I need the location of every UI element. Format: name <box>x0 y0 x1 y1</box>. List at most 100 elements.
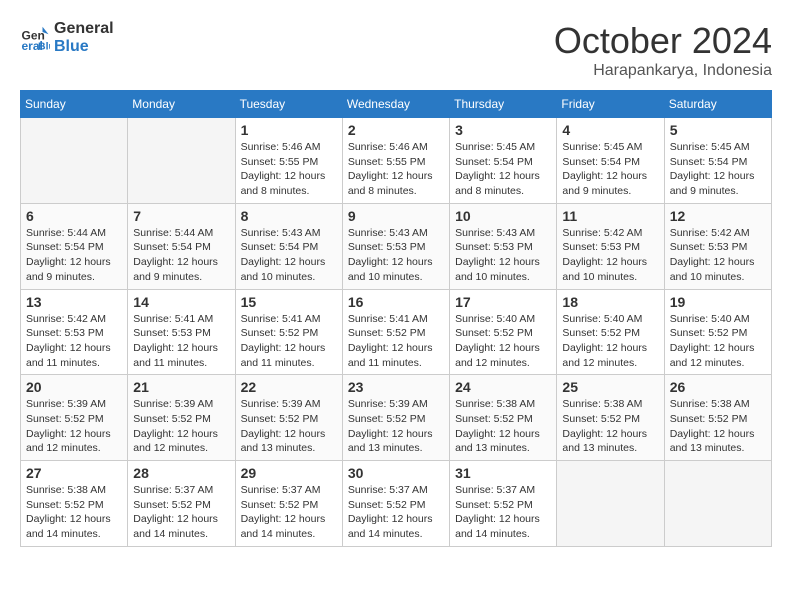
calendar-cell: 9 Sunrise: 5:43 AMSunset: 5:53 PMDaylight… <box>342 203 449 289</box>
calendar-cell: 24 Sunrise: 5:38 AMSunset: 5:52 PMDayligh… <box>450 375 557 461</box>
day-info: Sunrise: 5:38 AMSunset: 5:52 PMDaylight:… <box>670 397 766 456</box>
title-section: October 2024 Harapankarya, Indonesia <box>554 20 772 80</box>
logo-line1: General <box>54 20 114 38</box>
weekday-header-friday: Friday <box>557 91 664 118</box>
day-info: Sunrise: 5:39 AMSunset: 5:52 PMDaylight:… <box>348 397 444 456</box>
day-number: 6 <box>26 208 122 224</box>
day-number: 28 <box>133 465 229 481</box>
day-number: 25 <box>562 379 658 395</box>
weekday-header-thursday: Thursday <box>450 91 557 118</box>
calendar: SundayMondayTuesdayWednesdayThursdayFrid… <box>20 90 772 547</box>
calendar-cell <box>21 118 128 204</box>
day-info: Sunrise: 5:44 AMSunset: 5:54 PMDaylight:… <box>133 226 229 285</box>
month-title: October 2024 <box>554 20 772 62</box>
calendar-cell: 2Sunrise: 5:46 AMSunset: 5:55 PMDaylight… <box>342 118 449 204</box>
day-info: Sunrise: 5:42 AMSunset: 5:53 PMDaylight:… <box>562 226 658 285</box>
day-info: Sunrise: 5:39 AMSunset: 5:52 PMDaylight:… <box>26 397 122 456</box>
day-number: 4 <box>562 122 658 138</box>
day-info: Sunrise: 5:38 AMSunset: 5:52 PMDaylight:… <box>26 483 122 542</box>
logo: Gen eral Blue General Blue <box>20 20 114 55</box>
day-info: Sunrise: 5:37 AMSunset: 5:52 PMDaylight:… <box>348 483 444 542</box>
day-info: Sunrise: 5:46 AMSunset: 5:55 PMDaylight:… <box>348 140 444 199</box>
weekday-header-saturday: Saturday <box>664 91 771 118</box>
weekday-header-tuesday: Tuesday <box>235 91 342 118</box>
day-info: Sunrise: 5:44 AMSunset: 5:54 PMDaylight:… <box>26 226 122 285</box>
day-info: Sunrise: 5:45 AMSunset: 5:54 PMDaylight:… <box>670 140 766 199</box>
calendar-cell <box>557 461 664 547</box>
day-info: Sunrise: 5:39 AMSunset: 5:52 PMDaylight:… <box>133 397 229 456</box>
day-info: Sunrise: 5:37 AMSunset: 5:52 PMDaylight:… <box>241 483 337 542</box>
calendar-cell: 1 Sunrise: 5:46 AMSunset: 5:55 PMDaylight… <box>235 118 342 204</box>
calendar-cell: 31 Sunrise: 5:37 AMSunset: 5:52 PMDayligh… <box>450 461 557 547</box>
calendar-cell: 7Sunrise: 5:44 AMSunset: 5:54 PMDaylight… <box>128 203 235 289</box>
day-info: Sunrise: 5:37 AMSunset: 5:52 PMDaylight:… <box>133 483 229 542</box>
day-info: Sunrise: 5:41 AMSunset: 5:52 PMDaylight:… <box>241 312 337 371</box>
calendar-cell: 4 Sunrise: 5:45 AMSunset: 5:54 PMDaylight… <box>557 118 664 204</box>
week-row-3: 13Sunrise: 5:42 AMSunset: 5:53 PMDayligh… <box>21 289 772 375</box>
calendar-cell: 26 Sunrise: 5:38 AMSunset: 5:52 PMDayligh… <box>664 375 771 461</box>
calendar-cell: 19Sunrise: 5:40 AMSunset: 5:52 PMDayligh… <box>664 289 771 375</box>
day-info: Sunrise: 5:46 AMSunset: 5:55 PMDaylight:… <box>241 140 337 199</box>
calendar-cell: 15 Sunrise: 5:41 AMSunset: 5:52 PMDayligh… <box>235 289 342 375</box>
day-number: 14 <box>133 294 229 310</box>
day-number: 27 <box>26 465 122 481</box>
day-info: Sunrise: 5:43 AMSunset: 5:53 PMDaylight:… <box>348 226 444 285</box>
day-info: Sunrise: 5:43 AMSunset: 5:53 PMDaylight:… <box>455 226 551 285</box>
calendar-cell: 27 Sunrise: 5:38 AMSunset: 5:52 PMDayligh… <box>21 461 128 547</box>
day-info: Sunrise: 5:39 AMSunset: 5:52 PMDaylight:… <box>241 397 337 456</box>
week-row-4: 20 Sunrise: 5:39 AMSunset: 5:52 PMDayligh… <box>21 375 772 461</box>
day-number: 17 <box>455 294 551 310</box>
weekday-header-monday: Monday <box>128 91 235 118</box>
day-number: 21 <box>133 379 229 395</box>
calendar-cell: 18Sunrise: 5:40 AMSunset: 5:52 PMDayligh… <box>557 289 664 375</box>
day-number: 26 <box>670 379 766 395</box>
day-info: Sunrise: 5:43 AMSunset: 5:54 PMDaylight:… <box>241 226 337 285</box>
day-number: 31 <box>455 465 551 481</box>
day-number: 13 <box>26 294 122 310</box>
day-info: Sunrise: 5:45 AMSunset: 5:54 PMDaylight:… <box>562 140 658 199</box>
day-number: 12 <box>670 208 766 224</box>
calendar-cell: 10 Sunrise: 5:43 AMSunset: 5:53 PMDayligh… <box>450 203 557 289</box>
day-number: 16 <box>348 294 444 310</box>
day-number: 23 <box>348 379 444 395</box>
day-number: 20 <box>26 379 122 395</box>
logo-icon: Gen eral Blue <box>20 23 50 53</box>
calendar-cell: 29Sunrise: 5:37 AMSunset: 5:52 PMDayligh… <box>235 461 342 547</box>
day-number: 22 <box>241 379 337 395</box>
day-number: 15 <box>241 294 337 310</box>
calendar-cell: 12 Sunrise: 5:42 AMSunset: 5:53 PMDayligh… <box>664 203 771 289</box>
day-info: Sunrise: 5:42 AMSunset: 5:53 PMDaylight:… <box>670 226 766 285</box>
page-header: Gen eral Blue General Blue October 2024 … <box>20 20 772 80</box>
calendar-cell <box>664 461 771 547</box>
day-number: 10 <box>455 208 551 224</box>
week-row-1: 1 Sunrise: 5:46 AMSunset: 5:55 PMDaylight… <box>21 118 772 204</box>
calendar-cell: 11Sunrise: 5:42 AMSunset: 5:53 PMDayligh… <box>557 203 664 289</box>
day-number: 24 <box>455 379 551 395</box>
day-number: 3 <box>455 122 551 138</box>
weekday-header-sunday: Sunday <box>21 91 128 118</box>
calendar-cell: 21 Sunrise: 5:39 AMSunset: 5:52 PMDayligh… <box>128 375 235 461</box>
weekday-header-wednesday: Wednesday <box>342 91 449 118</box>
calendar-cell: 28 Sunrise: 5:37 AMSunset: 5:52 PMDayligh… <box>128 461 235 547</box>
day-info: Sunrise: 5:41 AMSunset: 5:53 PMDaylight:… <box>133 312 229 371</box>
day-number: 9 <box>348 208 444 224</box>
day-info: Sunrise: 5:37 AMSunset: 5:52 PMDaylight:… <box>455 483 551 542</box>
day-info: Sunrise: 5:38 AMSunset: 5:52 PMDaylight:… <box>562 397 658 456</box>
day-number: 30 <box>348 465 444 481</box>
day-info: Sunrise: 5:40 AMSunset: 5:52 PMDaylight:… <box>670 312 766 371</box>
day-info: Sunrise: 5:38 AMSunset: 5:52 PMDaylight:… <box>455 397 551 456</box>
day-info: Sunrise: 5:41 AMSunset: 5:52 PMDaylight:… <box>348 312 444 371</box>
day-number: 18 <box>562 294 658 310</box>
calendar-cell: 13Sunrise: 5:42 AMSunset: 5:53 PMDayligh… <box>21 289 128 375</box>
day-info: Sunrise: 5:40 AMSunset: 5:52 PMDaylight:… <box>455 312 551 371</box>
day-number: 1 <box>241 122 337 138</box>
calendar-cell: 23 Sunrise: 5:39 AMSunset: 5:52 PMDayligh… <box>342 375 449 461</box>
calendar-cell: 25 Sunrise: 5:38 AMSunset: 5:52 PMDayligh… <box>557 375 664 461</box>
calendar-cell: 22 Sunrise: 5:39 AMSunset: 5:52 PMDayligh… <box>235 375 342 461</box>
calendar-cell: 5Sunrise: 5:45 AMSunset: 5:54 PMDaylight… <box>664 118 771 204</box>
logo-line2: Blue <box>54 38 114 56</box>
day-number: 8 <box>241 208 337 224</box>
calendar-cell: 30 Sunrise: 5:37 AMSunset: 5:52 PMDayligh… <box>342 461 449 547</box>
calendar-cell: 16 Sunrise: 5:41 AMSunset: 5:52 PMDayligh… <box>342 289 449 375</box>
location: Harapankarya, Indonesia <box>554 62 772 80</box>
